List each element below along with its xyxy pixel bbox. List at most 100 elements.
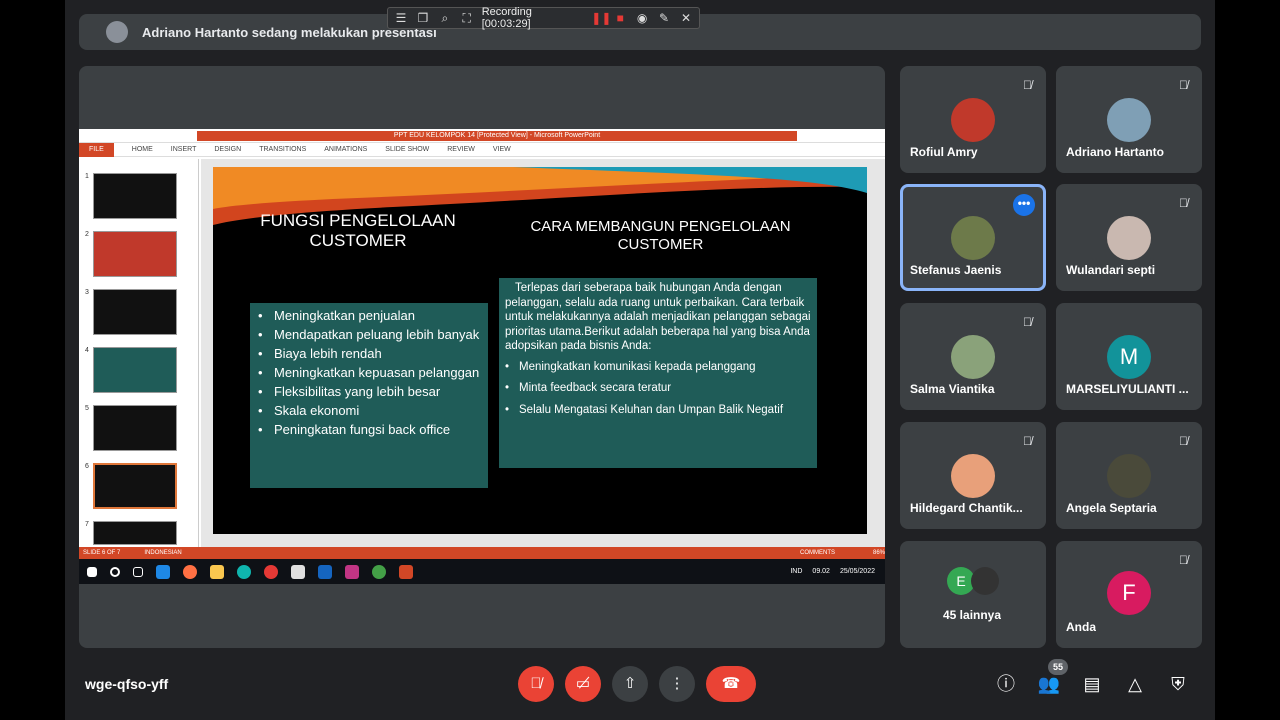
ribbon-tab-home[interactable]: HOME [132,146,153,153]
powerpoint-icon[interactable] [399,564,413,579]
more-options-icon[interactable]: ••• [1013,194,1035,216]
search-icon[interactable] [110,566,120,577]
participant-tile[interactable]: 🎙̸ Angela Septaria [1056,422,1202,529]
mic-toggle-button[interactable]: 🎙̸ [518,666,554,702]
present-screen-icon: ⇧ [623,675,637,692]
others-tile[interactable]: E 45 lainnya [900,541,1046,648]
participant-avatar [1107,98,1151,142]
left-bullet: Skala ekonomi [258,404,480,419]
right-bullet: Minta feedback secara teratur [505,381,811,396]
ribbon-tab-view[interactable]: VIEW [493,146,511,153]
self-tile[interactable]: F 🎙̸ Anda [1056,541,1202,648]
mic-off-icon: 🎙̸ [1179,196,1188,210]
file-explorer-icon[interactable] [210,564,224,579]
participant-name: Adriano Hartanto [1066,145,1165,159]
ppt-ribbon: FILE HOME INSERT DESIGN TRANSITIONS ANIM… [79,142,885,157]
participant-tile[interactable]: 🎙̸ Hildegard Chantik... [900,422,1046,529]
stop-icon[interactable]: ■ [613,11,627,25]
chrome-icon[interactable] [264,564,278,579]
participant-tile[interactable]: 🎙̸ Rofiul Amry [900,66,1046,173]
left-bullet: Meningkatkan penjualan [258,309,480,324]
current-slide: FUNGSI PENGELOLAAN CUSTOMER CARA MEMBANG… [213,167,867,534]
camera-toggle-button[interactable]: ▭̸ [565,666,601,702]
participant-avatar [951,98,995,142]
ribbon-tab-design[interactable]: DESIGN [214,146,241,153]
slide-editor: FUNGSI PENGELOLAAN CUSTOMER CARA MEMBANG… [201,159,885,547]
ppt-title-bar: PPT EDU KELOMPOK 14 [Protected View] - M… [79,129,885,143]
mic-off-icon: 🎙̸ [1023,434,1032,448]
ribbon-tab-insert[interactable]: INSERT [171,146,197,153]
left-bullet: Mendapatkan peluang lebih banyak [258,328,480,343]
search-region-icon[interactable]: ⌕ [438,11,452,26]
thumb-number: 5 [85,405,89,412]
participant-tile[interactable]: M MARSELIYULIANTI ... [1056,303,1202,410]
status-slide-count: SLIDE 6 OF 7 [83,550,121,556]
participant-avatar [951,335,995,379]
participant-name: Anda [1066,620,1096,634]
tray-language[interactable]: IND [790,568,802,575]
task-view-icon[interactable] [133,566,143,577]
pen-icon[interactable]: ✎ [657,11,671,25]
slide-thumbnail-2[interactable] [93,231,177,277]
status-zoom[interactable]: 86% [873,550,885,556]
participant-tile[interactable]: 🎙̸ Adriano Hartanto [1056,66,1202,173]
more-options-button[interactable]: ⋮ [659,666,695,702]
host-controls-icon[interactable]: ⛨ [1166,672,1190,696]
mic-off-icon: 🎙̸ [1023,315,1032,329]
ppt-status-bar: SLIDE 6 OF 7 INDONESIAN COMMENTS 86% [79,547,885,559]
close-icon[interactable]: ✕ [679,11,693,25]
info-icon[interactable]: ⓘ [994,672,1018,696]
ribbon-tab-transitions[interactable]: TRANSITIONS [259,146,306,153]
participant-name: Salma Viantika [910,382,995,396]
chat-icon[interactable]: ▤ [1080,672,1104,696]
slide-thumbnail-3[interactable] [93,289,177,335]
slide-thumbnail-4[interactable] [93,347,177,393]
camera-icon[interactable]: ◉ [635,11,649,25]
right-bullet: Selalu Mengatasi Keluhan dan Umpan Balik… [505,403,811,418]
ppt-window-title: PPT EDU KELOMPOK 14 [Protected View] - M… [197,131,797,141]
slide-thumbnail-1[interactable] [93,173,177,219]
ribbon-tab-animations[interactable]: ANIMATIONS [324,146,367,153]
chrome-icon-2[interactable] [372,564,386,579]
slide-thumbnail-6[interactable] [93,463,177,509]
slide-thumbnail-5[interactable] [93,405,177,451]
ribbon-tab-file[interactable]: FILE [79,142,114,157]
mail-icon[interactable] [318,564,332,579]
participant-avatar [1107,454,1151,498]
start-icon[interactable] [87,566,97,577]
window-icon[interactable]: ❐ [416,11,430,25]
leave-call-button[interactable]: ☎ [706,666,756,702]
edge-icon[interactable] [156,564,170,579]
status-comments[interactable]: COMMENTS [800,550,849,556]
firefox-icon[interactable] [183,564,197,579]
right-bullet: Meningkatkan komunikasi kepada pelanggan… [505,360,811,375]
activities-icon[interactable]: △ [1123,672,1147,696]
menu-icon[interactable]: ☰ [394,11,408,25]
tray-time: 09.02 [812,568,830,575]
participant-name: Wulandari septi [1066,263,1156,277]
crop-icon[interactable]: ⛶ [460,11,474,26]
camera-off-icon: ▭̸ [575,675,591,692]
left-bullet: Fleksibilitas yang lebih besar [258,385,480,400]
thumb-number: 1 [85,173,89,180]
meeting-code: wge-qfso-yff [85,676,169,692]
people-icon[interactable]: 👥 [1037,672,1061,696]
participant-tile[interactable]: 🎙̸ Wulandari septi [1056,184,1202,291]
edge-new-icon[interactable] [237,564,251,579]
mic-off-icon: 🎙̸ [1179,434,1188,448]
present-button[interactable]: ⇧ [612,666,648,702]
ribbon-tab-slide-show[interactable]: SLIDE SHOW [385,146,429,153]
store-icon[interactable] [291,564,305,579]
participant-tile-speaking[interactable]: ••• Stefanus Jaenis [900,184,1046,291]
ribbon-tab-review[interactable]: REVIEW [447,146,475,153]
right-text-box: Terlepas dari seberapa baik hubungan And… [499,278,817,468]
pause-icon[interactable]: ❚❚ [591,11,611,25]
participant-name: Hildegard Chantik... [910,501,1023,515]
mic-off-icon: 🎙̸ [1179,553,1188,567]
participant-tile[interactable]: 🎙̸ Salma Viantika [900,303,1046,410]
instagram-icon[interactable] [345,564,359,579]
meet-window: Adriano Hartanto sedang melakukan presen… [65,0,1215,720]
mic-off-icon: 🎙̸ [1179,78,1188,92]
slide-thumbnail-7[interactable] [93,521,177,545]
right-paragraph: Terlepas dari seberapa baik hubungan And… [505,282,811,352]
